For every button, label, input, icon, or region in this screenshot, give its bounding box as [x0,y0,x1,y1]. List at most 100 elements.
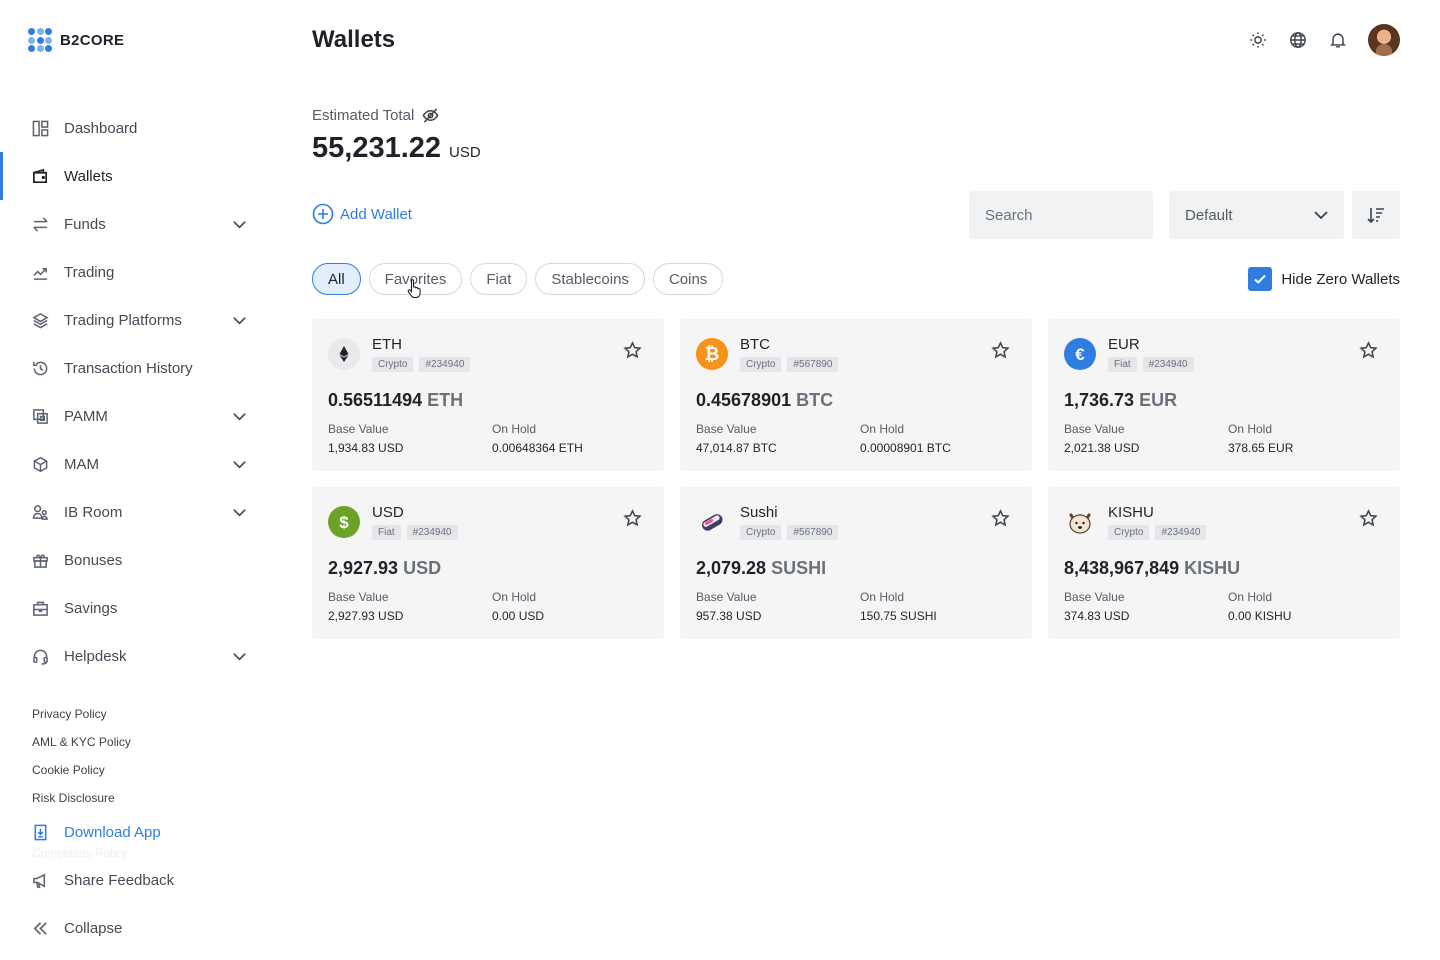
double-chevron-left-icon [32,920,49,937]
wallet-balance-amount: 8,438,967,849 [1064,558,1180,578]
sidebar-item-savings[interactable]: Savings [0,584,272,632]
share-feedback-label: Share Feedback [64,871,175,889]
favorite-star-icon[interactable] [1359,509,1378,528]
favorite-star-icon[interactable] [623,341,642,360]
bell-notification-icon[interactable] [1328,30,1348,50]
on-hold-value: 378.65 EUR [1228,441,1294,455]
sidebar-item-transaction-history[interactable]: Transaction History [0,344,272,392]
chevron-down-icon[interactable] [231,312,248,329]
sidebar-item-bonuses[interactable]: Bonuses [0,536,272,584]
hide-zero-checkbox[interactable] [1248,267,1273,291]
favorite-star-icon[interactable] [991,341,1010,360]
base-value-column: Base Value 2,021.38 USD [1064,422,1139,455]
sidebar-item-helpdesk[interactable]: Helpdesk [0,632,272,680]
wallet-tags: Fiat #234940 [1108,357,1194,372]
base-value: 2,927.93 USD [328,609,404,623]
risk-disclosure-link[interactable]: Risk Disclosure [32,788,131,802]
filter-chip-all[interactable]: All [312,263,361,295]
aml-kyc-policy-link[interactable]: AML & KYC Policy [32,732,131,760]
wallet-card-eth[interactable]: ETH Crypto #234940 0.56511494 ETH Base V… [312,319,664,471]
sort-descending-icon [1367,208,1384,224]
wallet-balance-symbol: EUR [1139,390,1178,410]
download-app-button[interactable]: Download App [0,808,272,856]
chevron-down-icon[interactable] [231,216,248,233]
sidebar-item-label: Trading [64,263,115,281]
favorite-star-icon[interactable] [623,509,642,528]
on-hold-column: On Hold 0.00 KISHU [1228,590,1291,623]
sidebar-item-trading[interactable]: Trading [0,248,272,296]
sidebar-item-trading-platforms[interactable]: Trading Platforms [0,296,272,344]
sidebar-item-ib-room[interactable]: IB Room [0,488,272,536]
hide-zero-wallets-toggle[interactable]: Hide Zero Wallets [1248,267,1400,291]
briefcase-icon [32,600,49,617]
download-app-label: Download App [64,823,161,841]
wallet-balance-amount: 0.45678901 [696,390,792,410]
mobile-download-icon [32,824,49,841]
wallet-balance: 0.45678901 BTC [696,390,833,411]
sidebar-item-label: MAM [64,455,99,473]
on-hold-value: 0.00 USD [492,609,545,623]
chevron-down-icon[interactable] [231,408,248,425]
sidebar-item-wallets[interactable]: Wallets [0,152,272,200]
favorite-star-icon[interactable] [991,509,1010,528]
sidebar-nav: Dashboard Wallets Funds Trading Trading … [0,104,272,680]
wallet-id-badge: #567890 [787,525,839,540]
brand-logo[interactable]: B2CORE [28,28,124,52]
add-wallet-button[interactable]: Add Wallet [312,203,412,225]
base-value-column: Base Value 47,014.87 BTC [696,422,777,455]
sidebar-item-pamm[interactable]: PAMM [0,392,272,440]
collapse-button[interactable]: Collapse [0,904,272,952]
svg-text:₿: ₿ [705,344,720,364]
filter-chip-favorites[interactable]: Favorites [368,263,463,295]
header-actions [1248,24,1400,56]
sidebar-item-label: Dashboard [64,119,138,137]
wallet-id-badge: #234940 [406,525,458,540]
globe-language-icon[interactable] [1288,30,1308,50]
sidebar-item-dashboard[interactable]: Dashboard [0,104,272,152]
cookie-policy-link[interactable]: Cookie Policy [32,760,131,788]
wallet-card-btc[interactable]: ₿ BTC Crypto #567890 0.45678901 BTC Base… [680,319,1032,471]
sidebar-item-label: Funds [64,215,106,233]
wallet-card-eur[interactable]: € EUR Fiat #234940 1,736.73 EUR Base Val… [1048,319,1400,471]
wallet-type-badge: Crypto [740,525,782,540]
wallet-balance-amount: 0.56511494 [328,390,423,410]
wallet-card-kishu[interactable]: KISHU Crypto #234940 8,438,967,849 KISHU… [1048,487,1400,639]
headset-icon [32,648,49,665]
wallet-filter-chips: All Favorites Fiat Stablecoins Coins [312,263,724,295]
wallet-name: Sushi [740,504,778,521]
wallet-card-usd[interactable]: $ USD Fiat #234940 2,927.93 USD Base Val… [312,487,664,639]
favorite-star-icon[interactable] [1359,341,1378,360]
sort-select[interactable]: Default [1169,191,1344,239]
filter-chip-coins[interactable]: Coins [652,263,724,295]
sidebar-item-label: Trading Platforms [64,311,182,329]
wallet-name: KISHU [1108,504,1154,521]
base-value-column: Base Value 374.83 USD [1064,590,1129,623]
on-hold-value: 0.00648364 ETH [492,441,583,455]
wallet-id-badge: #234940 [1155,525,1207,540]
sort-order-button[interactable] [1352,191,1400,239]
chevron-down-icon[interactable] [231,504,248,521]
wallet-name: BTC [740,336,770,353]
wallet-icon [32,168,49,185]
share-feedback-button[interactable]: Share Feedback [0,856,272,904]
wallet-balance-symbol: KISHU [1184,558,1241,578]
privacy-policy-link[interactable]: Privacy Policy [32,704,131,732]
wallet-tags: Crypto #234940 [372,357,471,372]
chevron-down-icon[interactable] [231,648,248,665]
sidebar-item-funds[interactable]: Funds [0,200,272,248]
theme-toggle-sun-icon[interactable] [1248,30,1268,50]
plus-circle-icon [312,203,334,225]
page-title: Wallets [312,26,396,53]
wallet-type-badge: Fiat [1108,357,1137,372]
filter-chip-stablecoins[interactable]: Stablecoins [535,263,645,295]
filter-chip-fiat[interactable]: Fiat [470,263,528,295]
base-value: 374.83 USD [1064,609,1130,623]
wallet-card-sushi[interactable]: Sushi Crypto #567890 2,079.28 SUSHI Base… [680,487,1032,639]
user-avatar[interactable] [1368,24,1400,56]
sidebar-item-mam[interactable]: MAM [0,440,272,488]
chevron-down-icon[interactable] [231,456,248,473]
wallet-tags: Crypto #234940 [1108,525,1207,540]
search-input[interactable] [985,206,1184,224]
collapse-label: Collapse [64,919,123,937]
eye-off-icon[interactable] [422,107,439,124]
